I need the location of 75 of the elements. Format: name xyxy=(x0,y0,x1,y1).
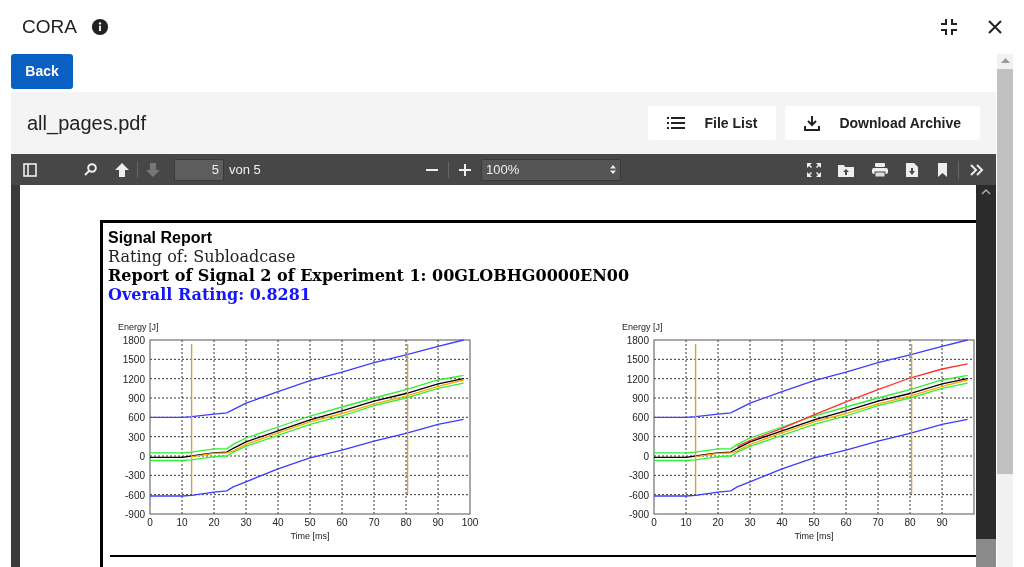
x-tick-label: 80 xyxy=(400,517,412,528)
x-tick-label: 70 xyxy=(872,517,884,528)
y-tick-label: 900 xyxy=(128,393,145,404)
y-tick-label: 900 xyxy=(632,393,649,404)
x-tick-label: 40 xyxy=(776,517,788,528)
y-tick-label: -900 xyxy=(125,509,145,520)
x-tick-label: 50 xyxy=(304,517,316,528)
close-icon[interactable] xyxy=(988,20,1002,34)
overall-rating: Overall Rating: 0.8281 xyxy=(108,285,312,304)
print-icon[interactable] xyxy=(872,162,888,177)
y-tick-label: 1500 xyxy=(122,354,145,366)
x-tick-label: 10 xyxy=(680,517,692,528)
app-title: CORA xyxy=(22,14,77,39)
y-tick-label: 600 xyxy=(128,412,145,424)
search-icon[interactable] xyxy=(84,163,97,176)
x-tick-label: 0 xyxy=(651,517,657,528)
x-tick-label: 30 xyxy=(240,517,252,528)
y-tick-label: 1800 xyxy=(626,335,649,346)
updown-caret-icon xyxy=(610,165,616,174)
folder-upload-icon[interactable] xyxy=(838,162,854,177)
x-tick-label: 50 xyxy=(808,517,820,528)
y-tick-label: -300 xyxy=(125,470,145,482)
document-download-icon[interactable] xyxy=(906,162,918,177)
y-tick-label: -900 xyxy=(629,509,649,520)
x-tick-label: 60 xyxy=(336,517,348,528)
x-tick-label: 100 xyxy=(461,517,479,528)
download-archive-button[interactable]: Download Archive xyxy=(785,106,980,140)
y-axis-label: Energy [J] xyxy=(118,322,159,332)
x-tick-label: 20 xyxy=(208,517,220,528)
y-tick-label: -600 xyxy=(125,489,145,501)
report-title: Signal Report xyxy=(108,228,213,247)
scrollbar[interactable] xyxy=(997,54,1013,567)
y-tick-label: 1500 xyxy=(626,354,649,366)
y-tick-label: 300 xyxy=(128,431,145,443)
y-tick-label: 1800 xyxy=(122,335,145,346)
download-icon xyxy=(804,115,821,131)
y-tick-label: 1200 xyxy=(122,373,145,385)
x-tick-label: 40 xyxy=(272,517,284,528)
y-tick-label: 0 xyxy=(139,451,145,462)
x-tick-label: 10 xyxy=(176,517,188,528)
zoom-select[interactable]: 100% xyxy=(481,158,621,181)
file-name: all_pages.pdf xyxy=(27,111,147,137)
x-tick-label: 90 xyxy=(936,517,948,528)
y-axis-label: Energy [J] xyxy=(622,322,663,332)
page-count: von 5 xyxy=(229,160,261,179)
x-tick-label: 60 xyxy=(840,517,852,528)
y-tick-label: 600 xyxy=(632,412,649,424)
double-chevron-icon[interactable] xyxy=(970,163,984,176)
scrollbar[interactable] xyxy=(976,185,996,567)
y-tick-label: 1200 xyxy=(626,373,649,385)
bookmark-icon[interactable] xyxy=(938,162,947,177)
y-tick-label: -600 xyxy=(629,489,649,501)
collapse-icon[interactable] xyxy=(940,18,958,36)
x-axis-label: Time [ms] xyxy=(290,531,330,541)
zoom-in-icon[interactable] xyxy=(459,163,471,176)
x-tick-label: 80 xyxy=(904,517,916,528)
fullscreen-icon[interactable] xyxy=(807,162,821,177)
x-axis-label: Time [ms] xyxy=(794,531,834,541)
y-tick-label: 0 xyxy=(643,451,649,462)
report-heading: Report of Signal 2 of Experiment 1: 00GLOBHG0000EN00 xyxy=(108,266,631,285)
back-button[interactable]: Back xyxy=(11,54,73,89)
x-tick-label: 70 xyxy=(368,517,380,528)
info-icon[interactable] xyxy=(90,18,109,36)
x-tick-label: 20 xyxy=(712,517,724,528)
x-tick-label: 0 xyxy=(147,517,153,528)
x-tick-label: 90 xyxy=(432,517,444,528)
scroll-up-icon[interactable] xyxy=(981,189,991,195)
file-list-button[interactable]: File List xyxy=(648,106,777,140)
x-tick-label: 30 xyxy=(744,517,756,528)
up-arrow-icon[interactable] xyxy=(115,162,129,177)
sidebar-toggle-icon[interactable] xyxy=(23,162,37,177)
list-icon xyxy=(667,117,686,129)
y-tick-label: -300 xyxy=(629,470,649,482)
rating-of-text: Rating of: Subloadcase xyxy=(108,247,297,266)
y-tick-label: 300 xyxy=(632,431,649,443)
